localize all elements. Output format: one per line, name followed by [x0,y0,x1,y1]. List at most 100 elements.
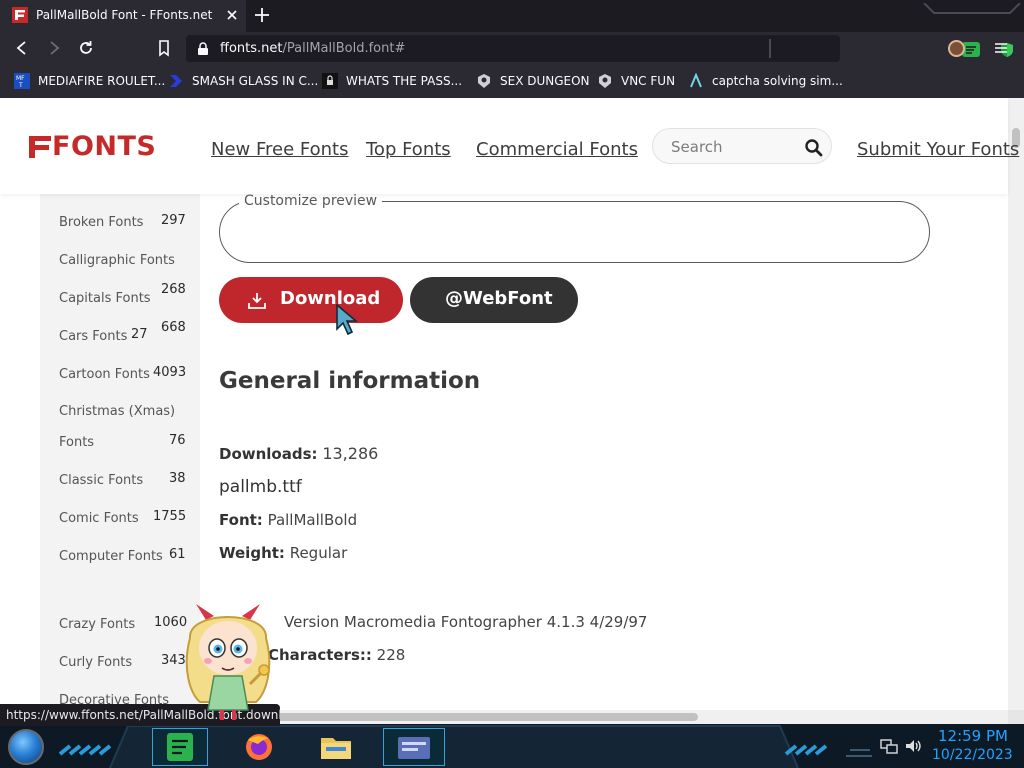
browser-tab[interactable]: PallMallBold Font - FFonts.net [0,0,246,32]
characters-row: Characters:: 228 [268,646,405,664]
taskbar-window-app-icon[interactable] [391,730,437,764]
weight-value: Regular [289,544,348,562]
pass-icon [322,73,338,89]
bookmarks-toolbar: MF T MEDIAFIRE ROULET... SMASH GLASS IN C… [0,64,1024,98]
volume-icon[interactable] [904,738,922,754]
search-input[interactable] [671,138,791,156]
nav-new-free-fonts[interactable]: New Free Fonts [211,139,348,160]
search-box [652,128,832,164]
site-header: FONTS New Free Fonts Top Fonts Commercia… [0,98,1019,194]
bookmark-star-icon[interactable] [154,38,174,58]
bookmark-item[interactable]: SMASH GLASS IN C... [168,72,318,90]
category-cartoon-fonts[interactable]: Cartoon Fonts [59,367,150,382]
general-information-heading: General information [219,368,481,394]
mediafire-icon: MF T [14,73,30,89]
url-host: ffonts.net [220,41,283,56]
download-icon [248,292,266,309]
downloads-value: 13,286 [322,444,379,463]
page-viewport: FONTS New Free Fonts Top Fonts Commercia… [0,98,1024,710]
category-count: 76 [169,433,186,448]
mouse-cursor-icon [335,303,361,336]
font-value: PallMallBold [267,511,358,529]
address-bar[interactable]: ffonts.net/PallMallBold.font# [186,35,1013,62]
category-cars-fonts[interactable]: Cars Fonts [59,329,127,344]
start-button[interactable] [8,729,44,765]
category-count: 268 [161,282,186,297]
bookmark-label: WHATS THE PASS... [346,74,463,88]
bookmark-label: SEX DUNGEON [500,74,590,88]
close-tab-icon[interactable] [222,5,242,25]
nav-top-fonts[interactable]: Top Fonts [366,139,451,160]
nav-commercial-fonts[interactable]: Commercial Fonts [476,139,638,160]
category-christmas-fonts[interactable]: Christmas (Xmas) [59,404,175,419]
captcha-icon [688,72,704,89]
window-frame-decoration [920,0,1024,14]
bookmark-item[interactable]: SEX DUNGEON [476,72,590,90]
hamburger-menu-icon[interactable] [993,40,1009,56]
characters-label: Characters:: [268,646,372,664]
webfont-button[interactable]: @WebFont [410,277,578,323]
category-comic-fonts[interactable]: Comic Fonts [59,511,139,526]
site-logo[interactable]: FONTS [29,131,157,162]
version-value: Version Macromedia Fontographer 4.1.3 4/… [284,613,648,631]
category-count: 4093 [153,365,187,380]
scrollbar-thumb[interactable] [270,713,698,721]
url-divider [769,39,771,58]
bookmark-label: captcha solving sim... [712,74,843,88]
clock-time[interactable]: 12:59 PM [938,727,1008,745]
font-row: Font: PallMallBold [219,511,357,529]
clock-date[interactable]: 10/22/2023 [932,747,1013,763]
bookmark-label: SMASH GLASS IN C... [192,74,319,88]
characters-value: 228 [376,646,406,664]
category-computer-fonts[interactable]: Computer Fonts [59,549,163,564]
smash-icon [168,73,184,89]
url-path: /PallMallBold.font# [282,41,406,56]
weight-label: Weight: [219,544,285,562]
category-count: 297 [161,213,186,228]
category-sidebar: Broken Fonts 297 Calligraphic Fonts Capi… [40,194,200,710]
bookmark-item[interactable]: WHATS THE PASS... [322,72,462,90]
category-calligraphic-fonts[interactable]: Calligraphic Fonts [59,253,175,268]
taskbar-firefox-icon[interactable] [236,730,282,764]
weight-row: Weight: Regular [219,544,347,562]
bookmark-item[interactable]: captcha solving sim... [688,72,843,90]
logo-text: FONTS [52,131,157,162]
tab-title: PallMallBold Font - FFonts.net [36,8,213,22]
cartoon-character-sticker [178,598,278,722]
profile-avatar[interactable] [948,40,965,57]
bookmark-label: MEDIAFIRE ROULET... [38,74,166,88]
taskbar-file-explorer-icon[interactable] [313,730,359,764]
downloads-label: Downloads: [219,445,318,463]
bookmark-item[interactable]: MF T MEDIAFIRE ROULET... [14,72,165,90]
webfont-label: @WebFont [445,288,553,309]
os-taskbar [0,724,1024,768]
customize-preview-label: Customize preview [239,193,383,209]
category-count: 27 [131,327,148,342]
font-label: Font: [219,511,263,529]
category-curly-fonts[interactable]: Curly Fonts [59,655,132,670]
url-text[interactable]: ffonts.net/PallMallBold.font# [220,41,405,56]
scrollbar-corner [1008,710,1024,724]
search-icon[interactable] [804,138,823,157]
bookmark-item[interactable]: VNC FUN [597,72,675,90]
category-christmas-fonts-line2[interactable]: Fonts [59,435,94,450]
back-icon[interactable] [12,38,32,58]
network-icon[interactable] [880,738,898,754]
vertical-scrollbar[interactable] [1008,98,1024,710]
dungeon-icon [476,73,492,89]
taskbar-app-notes-icon[interactable] [157,730,203,764]
download-button[interactable]: Download [219,277,403,323]
category-classic-fonts[interactable]: Classic Fonts [59,473,143,488]
reload-icon[interactable] [76,38,96,58]
forward-icon[interactable] [44,38,64,58]
category-count: 1755 [153,509,187,524]
bookmark-label: VNC FUN [621,74,676,88]
lock-icon [196,41,210,55]
category-crazy-fonts[interactable]: Crazy Fonts [59,617,135,632]
new-tab-icon[interactable] [252,5,272,25]
category-capitals-fonts[interactable]: Capitals Fonts [59,291,151,306]
category-broken-fonts[interactable]: Broken Fonts [59,215,143,230]
svg-text:T: T [18,82,23,89]
submit-fonts-link[interactable]: Submit Your Fonts [857,139,1019,160]
customize-preview-input[interactable] [219,201,930,263]
